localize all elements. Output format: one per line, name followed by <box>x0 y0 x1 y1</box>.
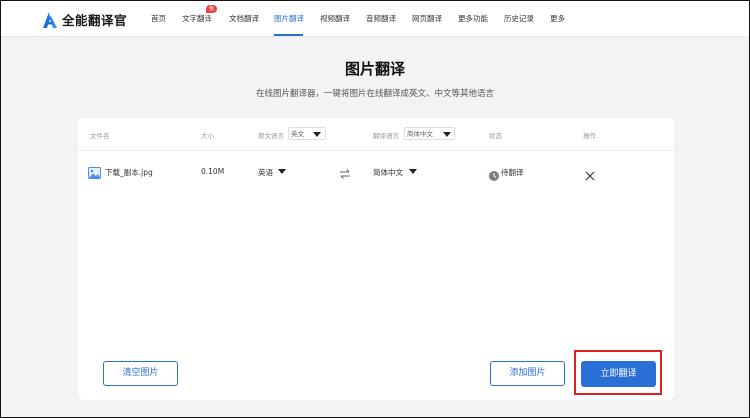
highlight-box <box>574 350 662 395</box>
top-header: 全能翻译官 首页 文字翻译 免费 文档翻译 图片翻译 视频翻译 音频翻译 网页翻… <box>1 1 749 37</box>
caret-down-icon <box>278 169 286 174</box>
nav-item-history[interactable]: 历史记录 <box>504 13 534 24</box>
header-status: 状态 <box>489 132 502 140</box>
row-size: 0.10M <box>201 167 225 176</box>
add-image-button[interactable]: 添加图片 <box>490 361 565 386</box>
nav-item-text-translate[interactable]: 文字翻译 <box>182 13 212 24</box>
nav-item-video-translate[interactable]: 视频翻译 <box>320 13 350 24</box>
clear-images-button[interactable]: 清空图片 <box>103 361 178 386</box>
nav-item-home[interactable]: 首页 <box>151 13 166 24</box>
page-title: 图片翻译 <box>344 60 405 78</box>
free-badge: 免费 <box>206 5 218 20</box>
nav-item-web-translate[interactable]: 网页翻译 <box>412 13 442 24</box>
nav-item-more[interactable]: 更多 <box>550 13 565 24</box>
image-file-icon <box>88 164 101 179</box>
table-row: 下载_副本.jpg 0.10M 英语 简体中文 待翻译 <box>78 158 674 184</box>
target-lang-select-value: 简体中文 <box>407 130 433 138</box>
nav-active-underline <box>274 34 303 36</box>
swap-icon[interactable] <box>339 165 351 179</box>
row-target-lang-select[interactable]: 简体中文 <box>373 158 423 184</box>
page-subtitle: 在线图片翻译器，一键将图片在线翻译成英文、中文等其他语言 <box>255 89 494 99</box>
caret-down-icon <box>409 169 417 174</box>
header-filename: 文件名 <box>90 132 110 140</box>
table-header: 文件名 大小 原文语言 英文 翻译语言 简体中文 状态 操作 <box>78 118 674 151</box>
nav-item-image-translate[interactable]: 图片翻译 <box>274 13 304 24</box>
app-name: 全能翻译官 <box>62 13 128 28</box>
nav-item-more-features[interactable]: 更多功能 <box>458 13 488 24</box>
header-source-lang: 原文语言 <box>258 132 284 140</box>
caret-down-icon <box>313 132 321 137</box>
app-logo[interactable]: 全能翻译官 <box>43 10 127 29</box>
header-size: 大小 <box>201 132 214 140</box>
nav-item-doc-translate[interactable]: 文档翻译 <box>229 13 259 24</box>
row-target-lang: 简体中文 <box>373 168 403 177</box>
header-target-lang: 翻译语言 <box>373 132 399 140</box>
row-source-lang-select[interactable]: 英语 <box>258 158 298 184</box>
clock-icon <box>489 166 499 181</box>
source-lang-select-value: 英文 <box>291 130 304 138</box>
nav-item-audio-translate[interactable]: 音频翻译 <box>366 13 396 24</box>
row-source-lang: 英语 <box>258 168 273 177</box>
close-icon[interactable] <box>585 166 595 181</box>
header-action: 操作 <box>583 132 596 140</box>
target-lang-select[interactable]: 简体中文 <box>404 127 455 140</box>
logo-icon <box>43 11 57 28</box>
source-lang-select[interactable]: 英文 <box>288 127 326 140</box>
caret-down-icon <box>443 132 451 137</box>
row-status: 待翻译 <box>501 168 524 177</box>
row-filename: 下载_副本.jpg <box>105 168 153 177</box>
